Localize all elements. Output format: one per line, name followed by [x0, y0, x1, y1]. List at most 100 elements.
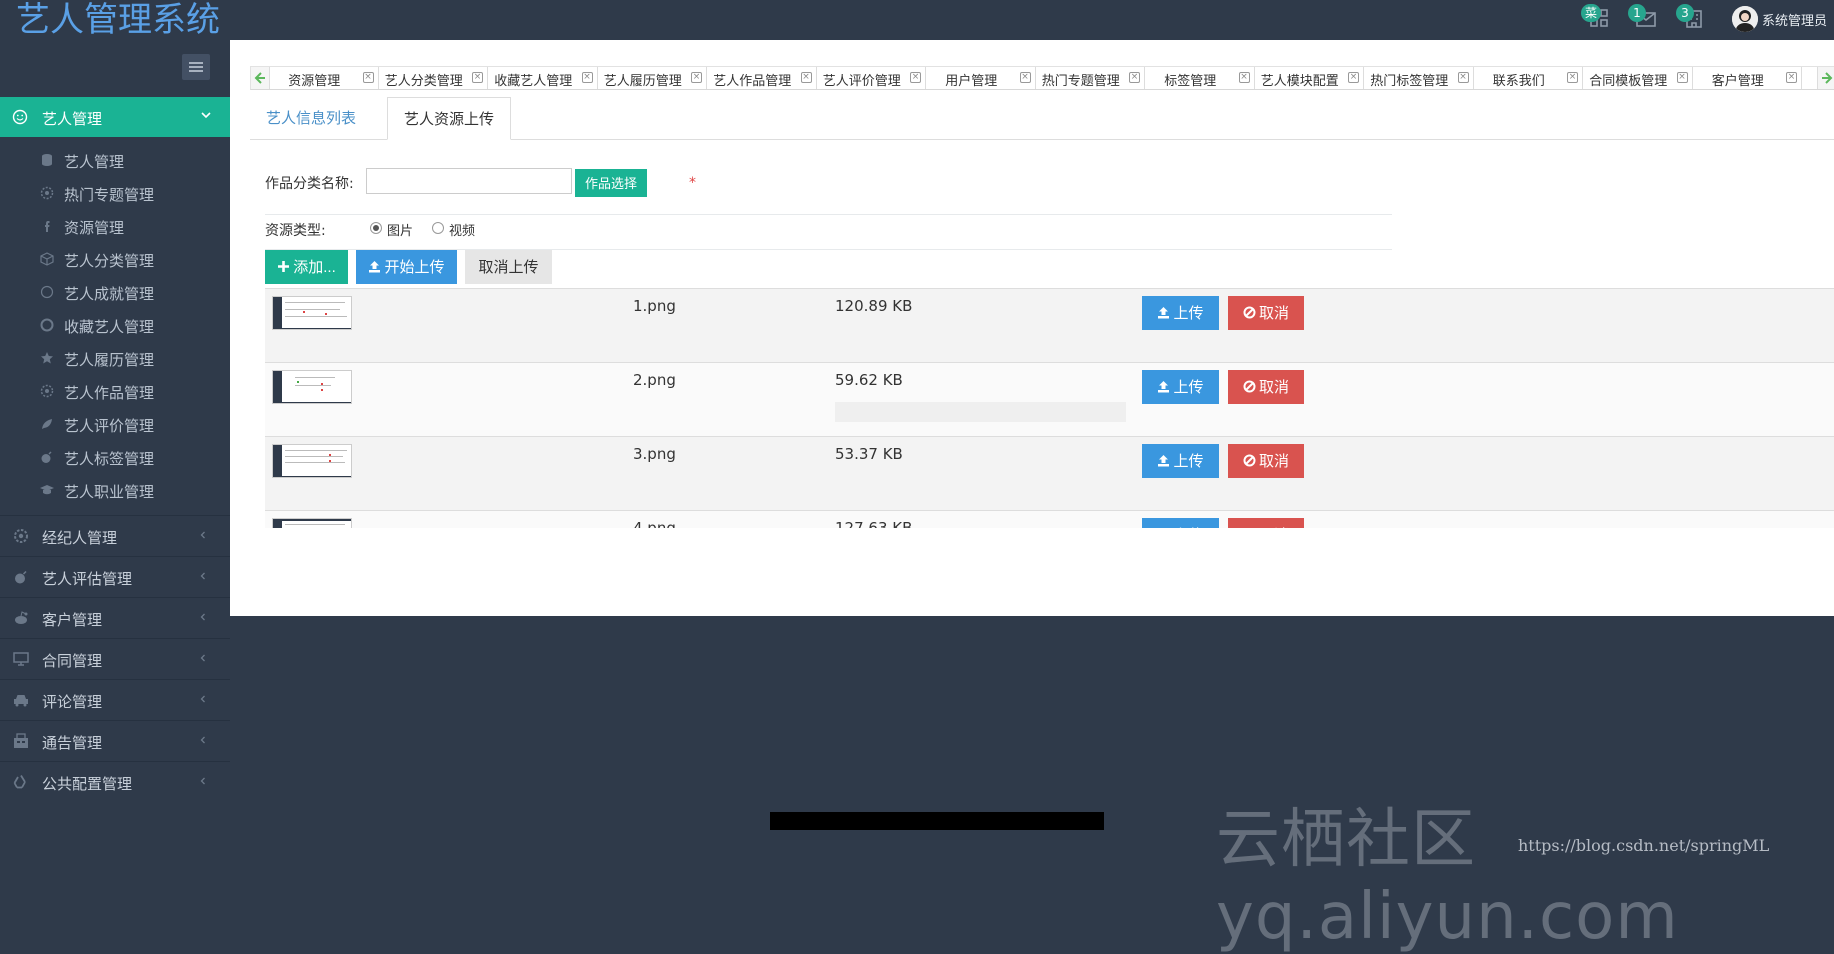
sidebar-item-reviews[interactable]: 艺人评价管理	[0, 408, 230, 441]
close-icon[interactable]: ×	[1019, 72, 1031, 83]
sidebar-item-occupation[interactable]: 艺人职业管理	[0, 474, 230, 507]
ban-icon	[1243, 380, 1256, 393]
chevron-left-icon	[200, 572, 205, 580]
sidebar-section-comments[interactable]: 评论管理	[0, 679, 230, 720]
sidebar-section-label: 客户管理	[42, 611, 103, 629]
page-tab[interactable]: 艺人模块配置 ×	[1255, 67, 1364, 89]
messages-badge: 1	[1628, 4, 1646, 22]
page-tab[interactable]: 资源管理 ×	[269, 67, 379, 89]
radio-video[interactable]	[432, 222, 444, 234]
close-icon[interactable]: ×	[1567, 72, 1578, 83]
sidebar-section-label: 经纪人管理	[42, 529, 118, 547]
sidebar-item-achievements[interactable]: 艺人成就管理	[0, 276, 230, 309]
upload-file-list: 1.png 120.89 KB 上传 取消 2.png 59.62 KB 上传 …	[265, 288, 1834, 528]
messages-button[interactable]: 1	[1628, 4, 1658, 32]
page-tab-label: 艺人作品管理	[713, 74, 792, 89]
page-tab[interactable]: 客户管理 ×	[1693, 67, 1802, 89]
close-icon[interactable]: ×	[472, 72, 483, 83]
page-tab[interactable]: 艺人履历管理 ×	[598, 67, 707, 89]
page-tab[interactable]: 收藏艺人管理 ×	[488, 67, 598, 89]
page-tab-label: 艺人评价管理	[822, 74, 901, 89]
cancel-upload-button[interactable]: 取消上传	[465, 250, 552, 284]
select-work-button[interactable]: 作品选择	[575, 169, 647, 197]
gear-icon	[40, 384, 54, 398]
tab-artist-list[interactable]: 艺人信息列表	[250, 97, 372, 139]
sidebar-section-agents[interactable]: 经纪人管理	[0, 515, 230, 556]
sidebar-item-artist[interactable]: 艺人管理	[0, 144, 230, 177]
sidebar-section-customers[interactable]: 客户管理	[0, 597, 230, 638]
sidebar: 艺人管理 艺人管理 热门专题管理 资源管理 艺人分类管理 艺人成就管理 收藏艺人…	[0, 40, 230, 866]
resource-type-row: 资源类型: 图片 视频	[265, 218, 865, 240]
radio-image[interactable]	[370, 222, 382, 234]
sidebar-section-announcements[interactable]: 通告管理	[0, 720, 230, 761]
upload-file-button[interactable]: 上传	[1142, 444, 1219, 478]
cancel-file-button[interactable]: 取消	[1228, 518, 1304, 528]
user-menu[interactable]: 系统管理员	[1732, 2, 1827, 36]
close-icon[interactable]: ×	[1238, 72, 1250, 83]
sidebar-item-hot-topics[interactable]: 热门专题管理	[0, 177, 230, 210]
close-icon[interactable]: ×	[581, 72, 593, 83]
bomb-icon	[41, 451, 52, 463]
tab-scroll-left-button[interactable]	[251, 67, 270, 89]
page-tab[interactable]: 热门标签管理 ×	[1364, 67, 1474, 89]
chevron-left-icon	[200, 695, 205, 703]
sidebar-section-contracts[interactable]: 合同管理	[0, 638, 230, 679]
notifications-button[interactable]: 3	[1676, 4, 1706, 32]
close-icon[interactable]: ×	[1129, 72, 1140, 83]
menu-grid-button[interactable]: 菜	[1581, 4, 1611, 32]
page-tab[interactable]: 用户管理 ×	[926, 67, 1036, 89]
page-tab[interactable]: 艺人分类管理 ×	[379, 67, 488, 89]
required-mark: *	[689, 175, 696, 191]
chevron-left-icon	[200, 613, 205, 621]
close-icon[interactable]: ×	[800, 72, 812, 83]
file-name: 4.png	[633, 519, 676, 528]
sidebar-section-artist-management[interactable]: 艺人管理	[0, 97, 230, 137]
close-icon[interactable]: ×	[1457, 72, 1469, 83]
start-upload-label: 开始上传	[384, 259, 445, 276]
page-tab[interactable]: 艺人作品管理 ×	[707, 67, 817, 89]
category-input[interactable]	[366, 168, 572, 194]
upload-progress-bar	[835, 402, 1126, 422]
sidebar-item-label: 艺人评价管理	[64, 417, 155, 435]
star-icon	[41, 352, 53, 364]
sidebar-item-works[interactable]: 艺人作品管理	[0, 375, 230, 408]
add-files-button[interactable]: 添加...	[265, 250, 348, 284]
close-icon[interactable]: ×	[1348, 72, 1359, 83]
tab-artist-resource-upload[interactable]: 艺人资源上传	[387, 97, 512, 140]
sidebar-item-resources[interactable]: 资源管理	[0, 210, 230, 243]
page-tab[interactable]: 标签管理 ×	[1145, 67, 1255, 89]
page-tab[interactable]: 合同模板管理 ×	[1583, 67, 1693, 89]
close-icon[interactable]: ×	[1676, 72, 1688, 83]
cancel-file-button[interactable]: 取消	[1228, 370, 1304, 404]
upload-file-button[interactable]: 上传	[1142, 370, 1219, 404]
close-icon[interactable]: ×	[1786, 72, 1797, 83]
upload-file-button[interactable]: 上传	[1142, 296, 1219, 330]
sidebar-item-tags[interactable]: 艺人标签管理	[0, 441, 230, 474]
cancel-file-button[interactable]: 取消	[1228, 296, 1304, 330]
sidebar-item-resume[interactable]: 艺人履历管理	[0, 342, 230, 375]
sidebar-section-assessment[interactable]: 艺人评估管理	[0, 556, 230, 597]
sidebar-toggle-button[interactable]	[182, 54, 210, 80]
close-icon[interactable]: ×	[910, 72, 921, 83]
leaf-icon	[42, 419, 52, 429]
file-size: 59.62 KB	[835, 371, 903, 389]
sidebar-item-label: 艺人成就管理	[64, 285, 155, 303]
sidebar-item-label: 艺人职业管理	[64, 483, 155, 501]
upload-file-button[interactable]: 上传	[1142, 518, 1219, 528]
tab-scroll-right-button[interactable]	[1817, 67, 1834, 89]
circle-icon	[40, 285, 54, 299]
page-tab-label: 艺人分类管理	[384, 74, 463, 89]
avatar	[1732, 6, 1758, 32]
sidebar-section-public-config[interactable]: 公共配置管理	[0, 761, 230, 802]
sidebar-section-label: 通告管理	[42, 734, 103, 752]
page-tab[interactable]: 联系我们 ×	[1474, 67, 1583, 89]
app-title: 艺人管理系统	[16, 0, 220, 40]
page-tab[interactable]: 艺人评价管理 ×	[817, 67, 926, 89]
sidebar-item-favorites[interactable]: 收藏艺人管理	[0, 309, 230, 342]
cancel-file-button[interactable]: 取消	[1228, 444, 1304, 478]
sidebar-item-artist-category[interactable]: 艺人分类管理	[0, 243, 230, 276]
start-upload-button[interactable]: 开始上传	[356, 250, 457, 284]
close-icon[interactable]: ×	[362, 72, 374, 83]
close-icon[interactable]: ×	[691, 72, 702, 83]
page-tab[interactable]: 热门专题管理 ×	[1036, 67, 1145, 89]
